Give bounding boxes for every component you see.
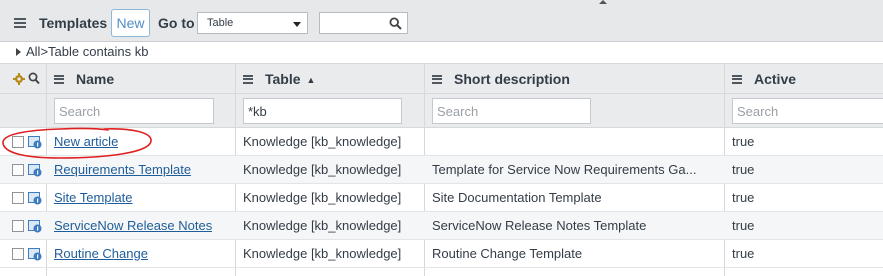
table-row: Requirements Template Knowledge [kb_know… xyxy=(0,156,883,184)
row-checkbox[interactable] xyxy=(12,192,24,204)
column-name[interactable]: Name xyxy=(54,64,114,95)
sort-ascending-icon: ▲ xyxy=(306,75,316,85)
table-row: Site Template Knowledge [kb_knowledge] S… xyxy=(0,184,883,212)
collapse-caret-icon[interactable] xyxy=(599,0,607,4)
row-active: true xyxy=(732,134,755,149)
record-preview-icon[interactable] xyxy=(28,219,42,233)
chevron-down-icon xyxy=(293,22,301,27)
breadcrumb-text: All>Table contains kb xyxy=(26,44,149,59)
search-input[interactable] xyxy=(319,12,408,34)
row-checkbox[interactable] xyxy=(12,164,24,176)
row-checkbox[interactable] xyxy=(12,136,24,148)
record-preview-icon[interactable] xyxy=(28,135,42,149)
table-row: New article Knowledge [kb_knowledge] tru… xyxy=(0,128,883,156)
gear-icon[interactable] xyxy=(13,73,25,85)
row-description: Site Documentation Template xyxy=(432,190,602,205)
record-preview-icon[interactable] xyxy=(28,191,42,205)
record-preview-icon[interactable] xyxy=(28,163,42,177)
row-active: true xyxy=(732,190,755,205)
row-checkbox[interactable] xyxy=(12,248,24,260)
column-menu-icon[interactable] xyxy=(432,74,442,84)
goto-label: Go to xyxy=(158,15,195,31)
expand-triangle-icon[interactable] xyxy=(16,48,21,56)
column-active-label: Active xyxy=(754,71,797,87)
row-description: Template for Service Now Requirements Ga… xyxy=(432,162,697,177)
row-checkbox[interactable] xyxy=(12,220,24,232)
row-name-link[interactable]: Routine Change xyxy=(54,246,148,261)
row-name-link[interactable]: Requirements Template xyxy=(54,162,191,177)
record-preview-icon[interactable] xyxy=(28,247,42,261)
goto-field-select[interactable]: Table xyxy=(197,12,308,34)
column-short-description[interactable]: Short description xyxy=(432,64,570,95)
breadcrumb-separator: > xyxy=(40,44,49,59)
row-name-link[interactable]: New article xyxy=(54,134,118,149)
breadcrumb-all[interactable]: All xyxy=(26,44,40,59)
list-header: Templates New Go to Table xyxy=(0,0,883,42)
new-button[interactable]: New xyxy=(111,9,150,37)
row-description: Routine Change Template xyxy=(432,246,583,261)
description-filter-input[interactable] xyxy=(432,98,591,124)
column-menu-icon[interactable] xyxy=(243,74,253,84)
goto-selected-value: Table xyxy=(207,17,234,29)
row-active: true xyxy=(732,162,755,177)
search-icon[interactable] xyxy=(389,17,402,30)
row-table: Knowledge [kb_knowledge] xyxy=(243,246,402,261)
table-filter-input[interactable] xyxy=(243,98,402,124)
row-active: true xyxy=(732,246,755,261)
row-active: true xyxy=(732,218,755,233)
column-active[interactable]: Active xyxy=(732,64,796,95)
row-description: ServiceNow Release Notes Template xyxy=(432,218,647,233)
column-short-description-label: Short description xyxy=(454,71,570,87)
row-name-link[interactable]: Site Template xyxy=(54,190,133,205)
column-name-label: Name xyxy=(76,71,115,87)
breadcrumb: All>Table contains kb xyxy=(0,42,883,62)
row-table: Knowledge [kb_knowledge] xyxy=(243,162,402,177)
table-row: ServiceNow Release Notes Knowledge [kb_k… xyxy=(0,212,883,240)
column-filter-row xyxy=(0,94,883,128)
table-row: Routine Change Knowledge [kb_knowledge] … xyxy=(0,240,883,268)
row-name-link[interactable]: ServiceNow Release Notes xyxy=(54,218,212,233)
breadcrumb-filter[interactable]: Table contains kb xyxy=(48,44,148,59)
row-table: Knowledge [kb_knowledge] xyxy=(243,190,402,205)
column-table[interactable]: Table ▲ xyxy=(243,64,315,95)
active-filter-input[interactable] xyxy=(732,98,883,124)
row-table: Knowledge [kb_knowledge] xyxy=(243,218,402,233)
column-header-row: Name Table ▲ Short description Active xyxy=(0,63,883,94)
row-table: Knowledge [kb_knowledge] xyxy=(243,134,402,149)
name-filter-input[interactable] xyxy=(54,98,214,124)
column-search-icon[interactable] xyxy=(28,72,40,85)
list-title: Templates xyxy=(39,15,108,31)
column-table-label: Table xyxy=(265,71,301,87)
column-menu-icon[interactable] xyxy=(732,74,742,84)
column-menu-icon[interactable] xyxy=(54,74,64,84)
hamburger-icon[interactable] xyxy=(14,18,26,28)
